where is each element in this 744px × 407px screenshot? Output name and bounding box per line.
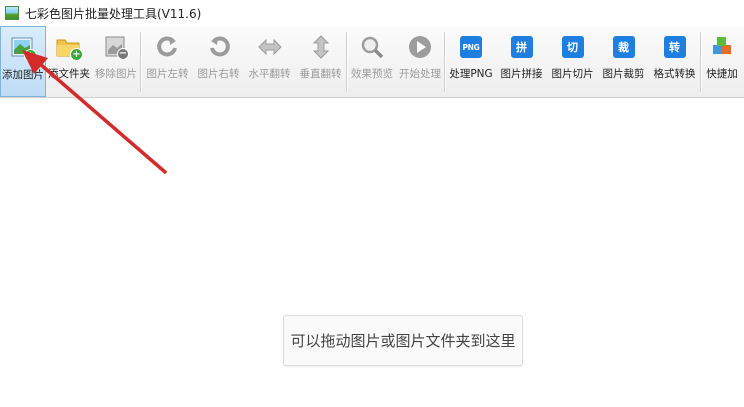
add-image-icon: + <box>8 33 38 63</box>
crop-icon: 裁 <box>609 32 639 62</box>
quick-label: 快捷加 <box>706 68 738 80</box>
add-folder-button[interactable]: + 添文件夹 <box>46 26 92 97</box>
cubes-icon <box>707 32 737 62</box>
drop-hint-text: 可以拖动图片或图片文件夹到这里 <box>290 332 516 350</box>
add-folder-label: 添文件夹 <box>48 68 90 80</box>
crop-button[interactable]: 裁 图片裁剪 <box>598 26 649 97</box>
remove-image-icon: − <box>101 32 131 62</box>
process-png-button[interactable]: PNG 处理PNG <box>446 26 496 97</box>
add-image-button[interactable]: + 添加图片 <box>0 26 46 97</box>
flip-vertical-icon <box>306 32 336 62</box>
flip-horizontal-label: 水平翻转 <box>248 68 291 80</box>
stitch-icon: 拼 <box>507 32 537 62</box>
process-png-label: 处理PNG <box>449 68 493 80</box>
add-image-label: 添加图片 <box>2 69 44 81</box>
rotate-left-label: 图片左转 <box>146 68 189 80</box>
rotate-left-icon <box>153 32 183 62</box>
flip-horizontal-button[interactable]: 水平翻转 <box>244 26 295 97</box>
rotate-right-button[interactable]: 图片右转 <box>193 26 244 97</box>
rotate-left-button[interactable]: 图片左转 <box>142 26 193 97</box>
rotate-right-label: 图片右转 <box>197 68 240 80</box>
png-icon: PNG <box>456 32 486 62</box>
preview-label: 效果预览 <box>351 68 393 80</box>
convert-icon: 转 <box>660 32 690 62</box>
preview-button[interactable]: 效果预览 <box>348 26 396 97</box>
remove-image-label: 移除图片 <box>95 68 137 80</box>
flip-horizontal-icon <box>255 32 285 62</box>
magnifier-icon <box>357 32 387 62</box>
crop-label: 图片裁剪 <box>602 68 645 80</box>
convert-button[interactable]: 转 格式转换 <box>649 26 700 97</box>
folder-icon: + <box>54 32 84 62</box>
start-button[interactable]: 开始处理 <box>396 26 444 97</box>
play-icon <box>405 32 435 62</box>
app-icon <box>5 6 19 20</box>
flip-vertical-button[interactable]: 垂直翻转 <box>295 26 346 97</box>
stitch-button[interactable]: 拼 图片拼接 <box>496 26 547 97</box>
remove-image-button[interactable]: − 移除图片 <box>92 26 140 97</box>
rotate-right-icon <box>204 32 234 62</box>
slice-label: 图片切片 <box>551 68 594 80</box>
start-label: 开始处理 <box>399 68 441 80</box>
convert-label: 格式转换 <box>653 68 696 80</box>
window-title: 七彩色图片批量处理工具(V11.6) <box>25 6 202 21</box>
slice-button[interactable]: 切 图片切片 <box>547 26 598 97</box>
toolbar: + 添加图片 + 添文件夹 − 移除图片 图片左转 图片右转 水平翻转 垂直翻转… <box>0 26 744 98</box>
quick-button[interactable]: 快捷加 <box>702 26 742 97</box>
drop-hint[interactable]: 可以拖动图片或图片文件夹到这里 <box>283 315 523 366</box>
title-bar: 七彩色图片批量处理工具(V11.6) <box>0 0 744 26</box>
slice-icon: 切 <box>558 32 588 62</box>
flip-vertical-label: 垂直翻转 <box>299 68 342 80</box>
stitch-label: 图片拼接 <box>500 68 543 80</box>
